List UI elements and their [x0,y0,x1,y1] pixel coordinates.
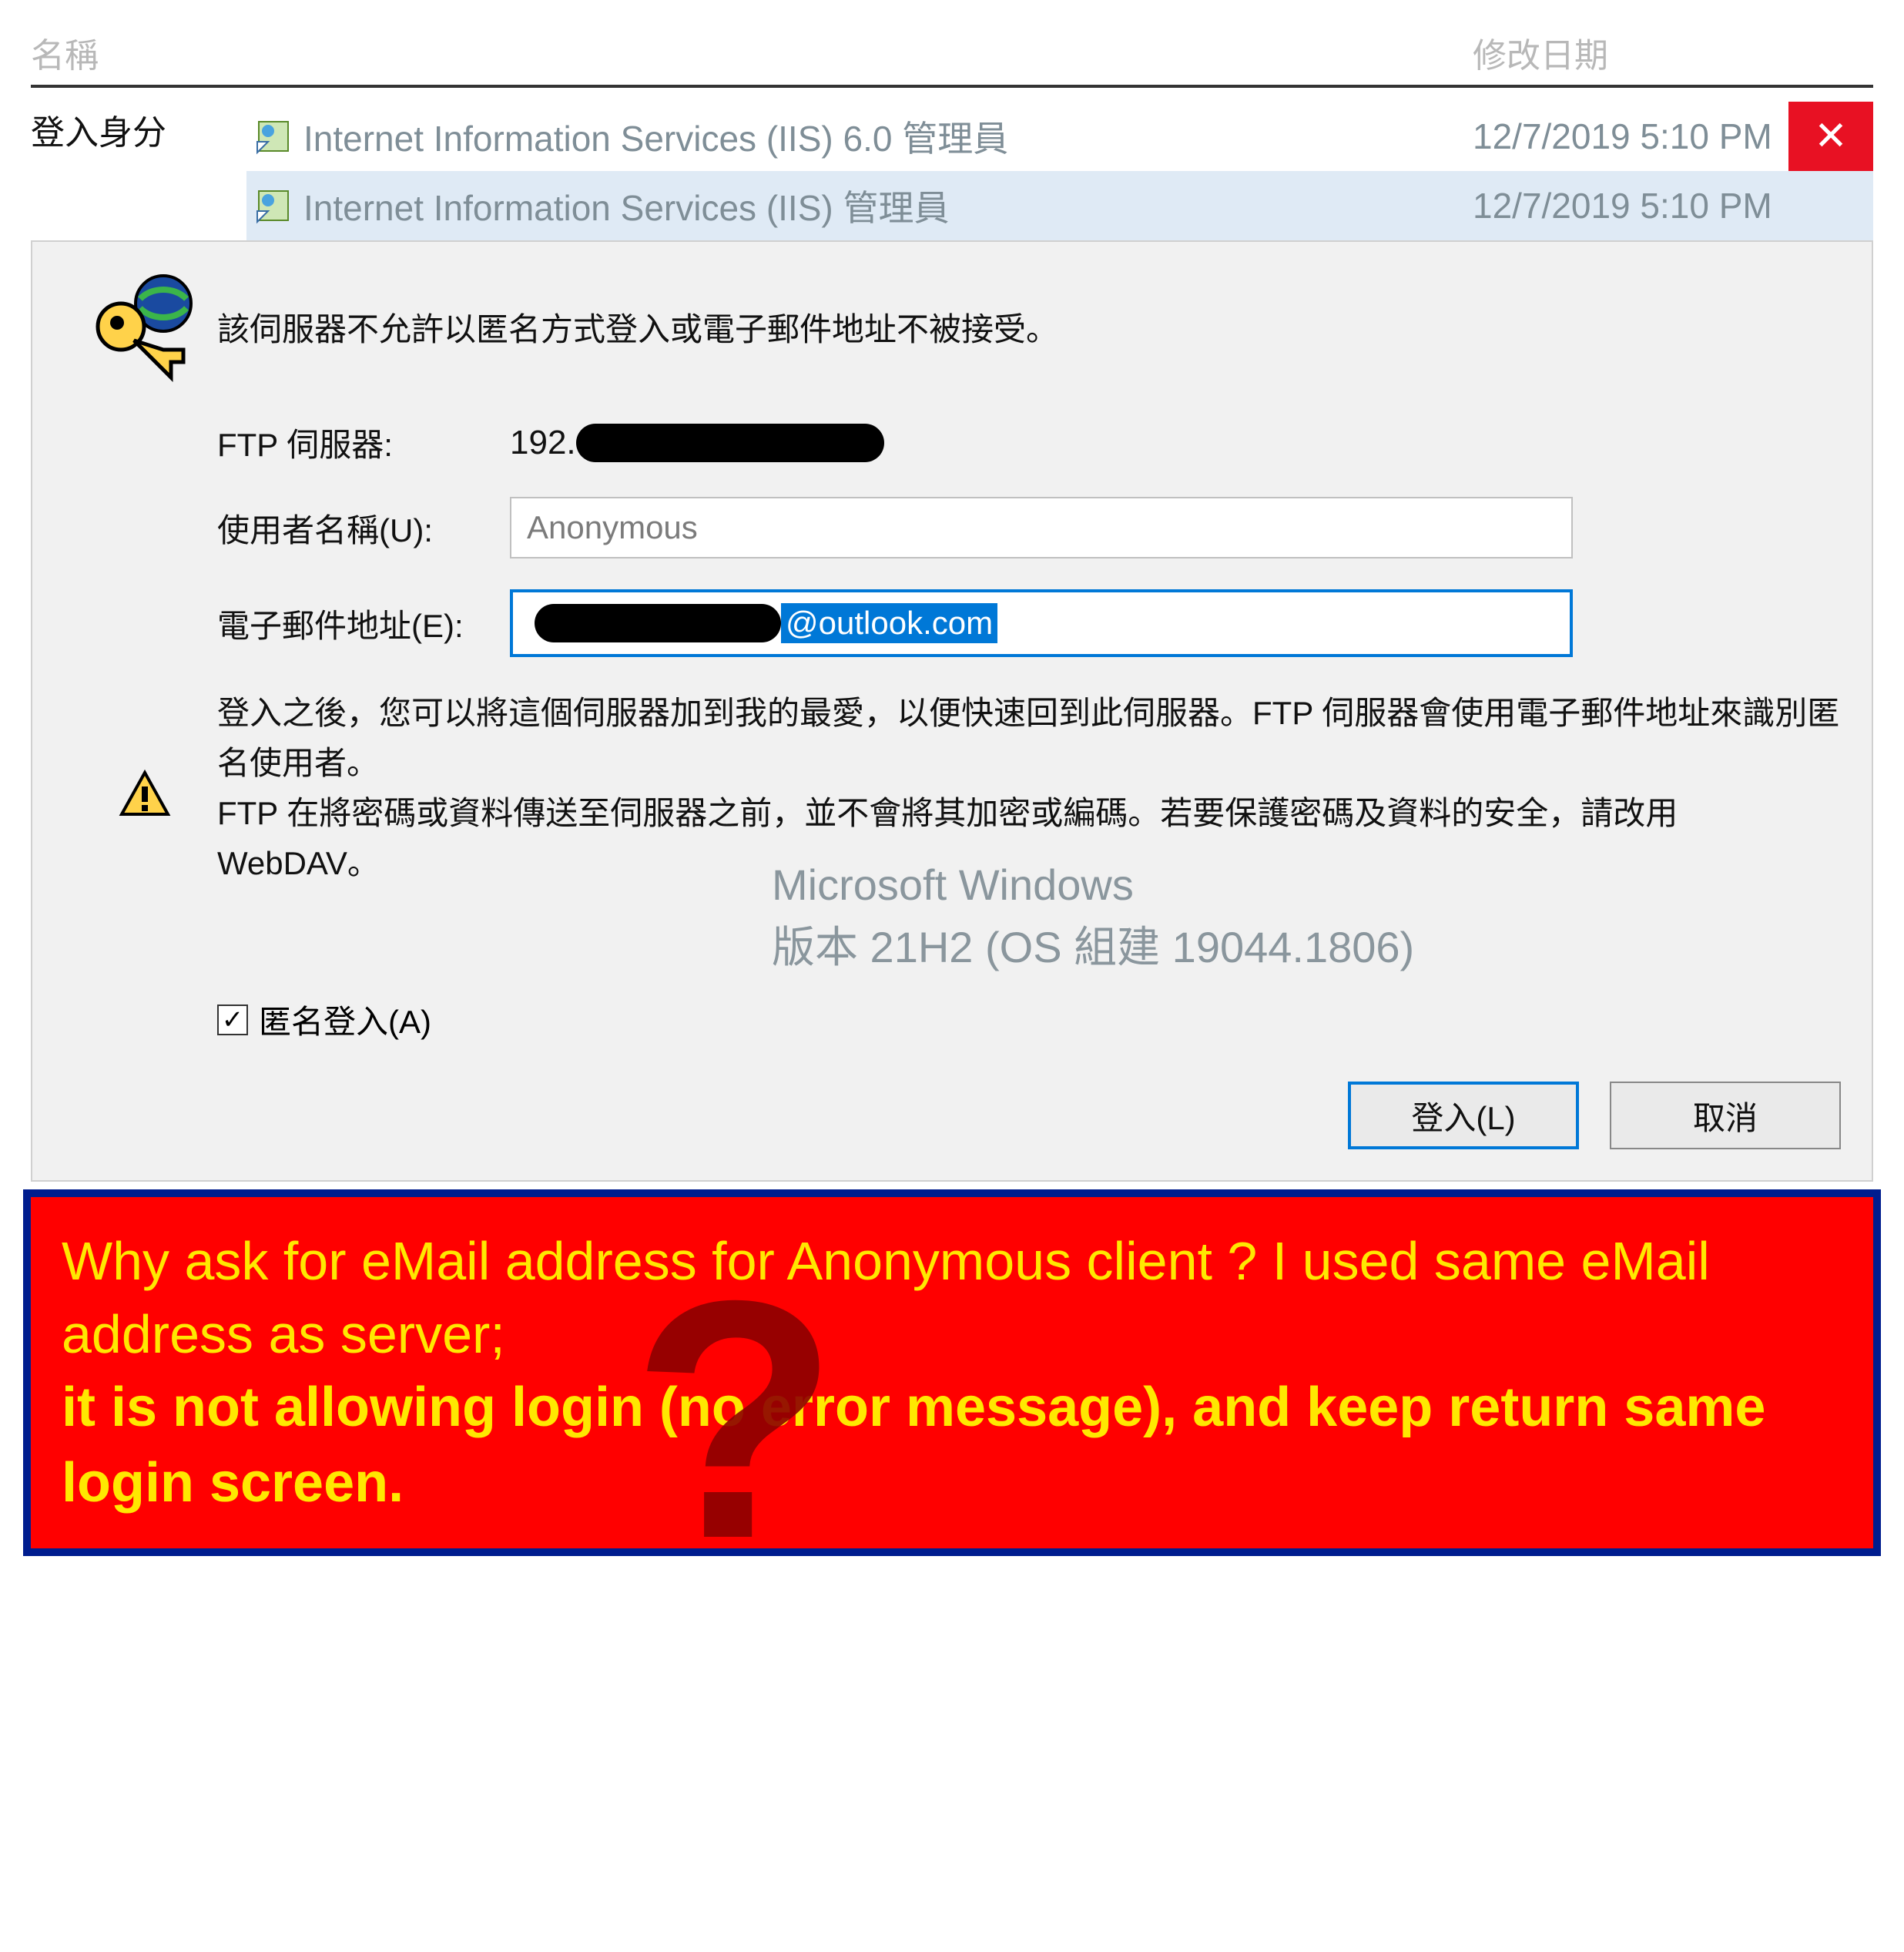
col-name: 名稱 [31,28,293,77]
shortcut-icon [246,186,300,225]
login-button[interactable]: 登入(L) [1348,1082,1579,1149]
username-field[interactable]: Anonymous [510,497,1573,558]
login-button-label: 登入(L) [1411,1092,1515,1139]
anonymous-checkbox-row[interactable]: ✓ 匿名登入(A) [217,996,1841,1043]
email-field[interactable]: @outlook.com [510,589,1573,657]
desc-line-1: 登入之後，您可以將這個伺服器加到我的最愛，以便快速回到此伺服器。FTP 伺服器會… [217,695,1839,781]
server-error-text: 該伺服器不允許以匿名方式登入或電子郵件地址不被接受。 [217,304,1058,350]
annotation-box: ? Why ask for eMail address for Anonymou… [23,1189,1881,1555]
redacted-ip [576,424,884,462]
username-label: 使用者名稱(U): [217,505,510,552]
desc-line-2: FTP 在將密碼或資料傳送至伺服器之前，並不會將其加密或編碼。若要保護密碼及資料… [217,795,1678,881]
login-identity-label: 登入身分 [31,102,246,154]
anonymous-label: 匿名登入(A) [259,996,431,1043]
checkbox-icon: ✓ [217,1005,248,1035]
annotation-line2: it is not allowing login (no error messa… [62,1370,1842,1520]
cancel-button-label: 取消 [1693,1092,1758,1139]
ftp-server-label: FTP 伺服器: [217,419,510,466]
redacted-email [535,604,781,642]
list-item-iis6[interactable]: Internet Information Services (IIS) 6.0 … [246,102,1873,171]
list-item-name: Internet Information Services (IIS) 管理員 [300,180,1473,231]
warning-icon [117,768,173,837]
key-globe-icon [63,265,217,388]
email-label: 電子郵件地址(E): [217,600,510,647]
shortcut-icon [246,117,300,156]
close-button[interactable]: ✕ [1788,102,1873,171]
ip-prefix: 192. [510,424,576,462]
col-spacer [293,28,1473,77]
cancel-button[interactable]: 取消 [1610,1082,1841,1149]
list-item-name: Internet Information Services (IIS) 6.0 … [300,111,1473,162]
close-icon: ✕ [1814,113,1848,159]
ms-line1: Microsoft Windows [772,854,1414,916]
col-date: 修改日期 [1473,28,1873,77]
list-item-date: 12/7/2019 5:10 PM [1473,185,1873,226]
email-visible-part: @outlook.com [781,603,997,643]
ms-line2: 版本 21H2 (OS 組建 19044.1806) [772,916,1414,978]
description-block: 登入之後，您可以將這個伺服器加到我的最愛，以便快速回到此伺服器。FTP 伺服器會… [217,688,1841,888]
ftp-server-value: 192. [510,424,1841,462]
windows-version-watermark: Microsoft Windows 版本 21H2 (OS 組建 19044.1… [772,854,1414,978]
list-item-iis[interactable]: Internet Information Services (IIS) 管理員 … [246,171,1873,240]
annotation-line1: Why ask for eMail address for Anonymous … [62,1225,1842,1370]
column-header: 名稱 修改日期 [31,28,1873,88]
username-placeholder: Anonymous [527,509,698,546]
ftp-login-dialog: 該伺服器不允許以匿名方式登入或電子郵件地址不被接受。 FTP 伺服器: 192.… [31,240,1873,1182]
